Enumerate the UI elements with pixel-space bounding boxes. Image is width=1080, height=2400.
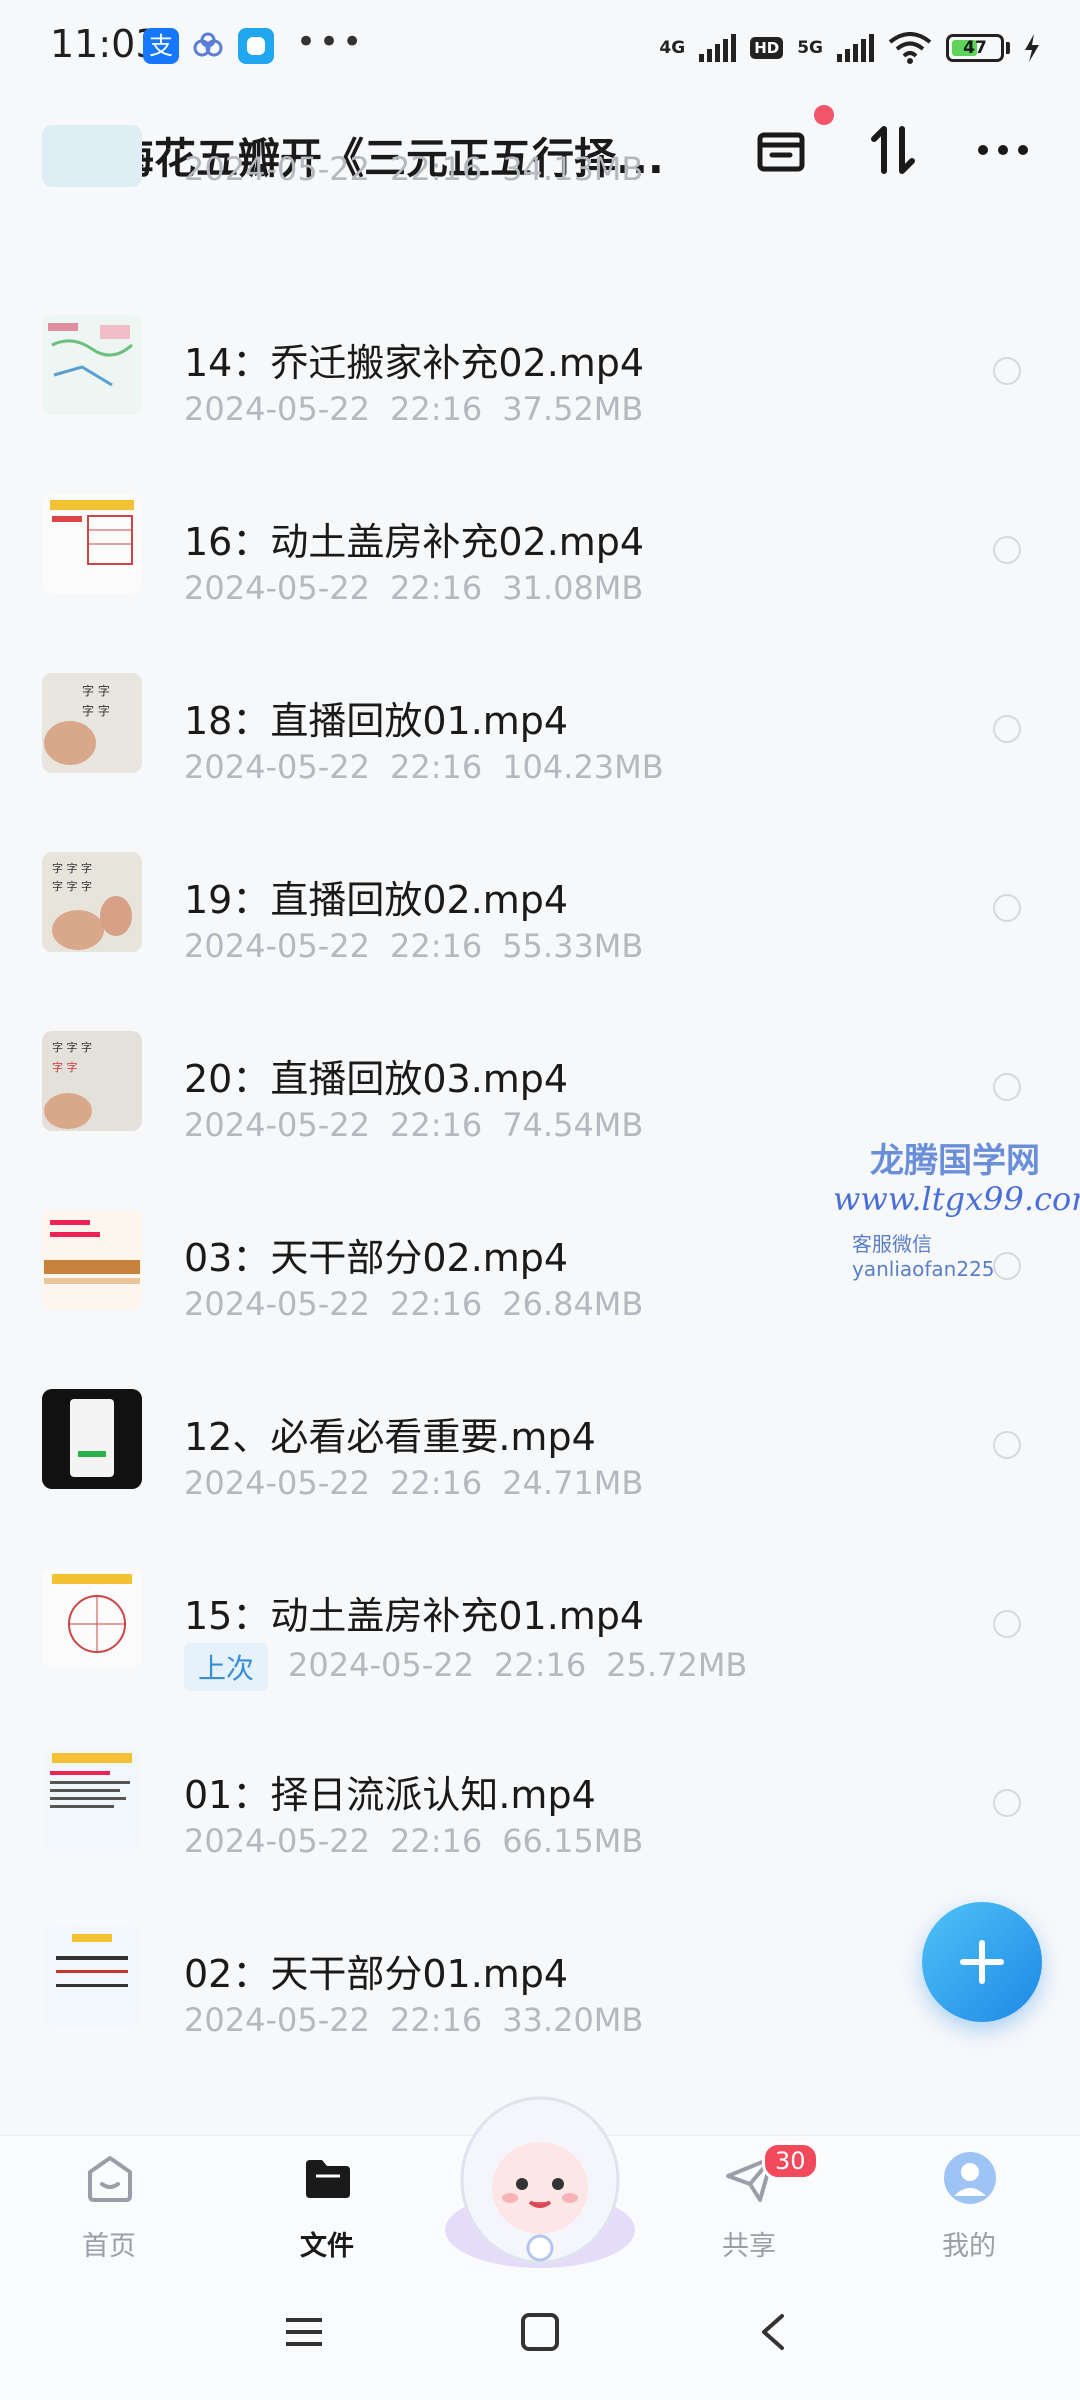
file-thumbnail [42, 494, 142, 594]
add-button[interactable] [922, 1902, 1042, 2022]
file-name: 20：直播回放03.mp4 [184, 1057, 569, 1101]
folder-icon [306, 2160, 350, 2198]
file-thumbnail [42, 1210, 142, 1310]
file-meta: 2024-05-22 22:16 26.84MB [184, 1285, 644, 1323]
battery-icon: 47 [946, 34, 1004, 62]
file-thumbnail: 字 字 字字 字 [42, 1031, 142, 1131]
select-radio[interactable] [993, 1789, 1021, 1817]
battery-nub [1006, 42, 1010, 54]
file-name: 16：动土盖房补充02.mp4 [184, 520, 645, 564]
network-5g-label: 5G [797, 37, 823, 58]
file-meta: 2024-05-22 22:16 37.52MB [184, 390, 644, 428]
notification-dot [814, 105, 834, 125]
select-radio[interactable] [993, 357, 1021, 385]
select-radio[interactable] [993, 1610, 1021, 1638]
nav-home[interactable]: 首页 [34, 2136, 184, 2281]
watermark-title: 龙腾国学网 [870, 1141, 1040, 1181]
home-icon [88, 2156, 132, 2202]
ai-assistant-button[interactable] [440, 2080, 640, 2270]
file-name: 18：直播回放01.mp4 [184, 699, 569, 743]
system-nav [0, 2280, 1080, 2400]
status-bar: 11:03 支 ••• 4G HD 5G 47 [0, 0, 1080, 95]
battery-level: 47 [963, 38, 987, 58]
nav-mine[interactable]: 我的 [894, 2136, 1044, 2281]
select-radio[interactable] [993, 536, 1021, 564]
select-radio[interactable] [993, 894, 1021, 922]
nav-files[interactable]: 文件 [252, 2136, 402, 2281]
baidu-netdisk-icon [190, 28, 226, 64]
select-radio[interactable] [993, 1431, 1021, 1459]
file-thumbnail: 字 字 字字 字 字 [42, 852, 142, 952]
file-thumbnail [42, 1568, 142, 1668]
file-row[interactable]: 02：天干部分01.mp4 2024-05-22 22:16 33.20MB [0, 1926, 1080, 2105]
file-meta: 2024-05-22 22:16 31.08MB [184, 569, 644, 607]
file-name: 01：择日流派认知.mp4 [184, 1773, 596, 1817]
alipay-icon: 支 [143, 28, 179, 64]
file-meta: 上次 2024-05-22 22:16 25.72MB [184, 1643, 767, 1691]
file-thumbnail [42, 1926, 142, 2026]
svg-text:字 字 字: 字 字 字 [52, 1040, 92, 1054]
file-row[interactable]: 01：择日流派认知.mp4 2024-05-22 22:16 66.15MB [0, 1747, 1080, 1926]
nav-mine-label: 我的 [942, 2231, 996, 2262]
more-notifications-icon: ••• [296, 22, 366, 62]
nav-home-label: 首页 [82, 2231, 136, 2262]
file-thumbnail [42, 315, 142, 415]
status-indicators: 4G HD 5G 47 [659, 26, 1040, 70]
file-meta: 2024-05-22 22:16 34.13MB [184, 150, 644, 188]
charging-icon [1025, 34, 1039, 62]
file-meta: 2024-05-22 22:16 66.15MB [184, 1822, 644, 1860]
avatar-icon [944, 2152, 996, 2204]
file-row[interactable]: 14：乔迁搬家补充02.mp4 2024-05-22 22:16 37.52MB [0, 315, 1080, 494]
file-meta: 2024-05-22 22:16 33.20MB [184, 2001, 644, 2039]
signal-icon [699, 34, 737, 62]
signal-icon-2 [837, 34, 874, 62]
file-thumbnail [42, 1747, 142, 1847]
select-radio[interactable] [993, 1073, 1021, 1101]
file-name: 15：动土盖房补充01.mp4 [184, 1594, 645, 1638]
file-meta: 2024-05-22 22:16 104.23MB [184, 748, 664, 786]
file-name: 02：天干部分01.mp4 [184, 1952, 569, 1996]
file-thumbnail: 字 字字 字 [42, 673, 142, 773]
svg-text:字 字 字: 字 字 字 [52, 861, 92, 875]
file-meta: 2024-05-22 22:16 24.71MB [184, 1464, 644, 1502]
file-row[interactable]: 字 字 字字 字 字 19：直播回放02.mp4 2024-05-22 22:16… [0, 852, 1080, 1031]
file-meta: 2024-05-22 22:16 74.54MB [184, 1106, 644, 1144]
watermark-contact: 客服微信 yanliaofan225 [852, 1232, 995, 1281]
file-row[interactable]: 15：动土盖房补充01.mp4 上次 2024-05-22 22:16 25.72MB [0, 1568, 1080, 1747]
nav-files-label: 文件 [300, 2231, 354, 2262]
file-meta: 2024-05-22 22:16 55.33MB [184, 927, 644, 965]
network-4g-label: 4G [659, 37, 686, 58]
mascot-icon [445, 2096, 635, 2268]
file-row[interactable]: 字 字字 字 18：直播回放01.mp4 2024-05-22 22:16 104.… [0, 673, 1080, 852]
last-played-badge: 上次 [184, 1643, 269, 1691]
file-name: 19：直播回放02.mp4 [184, 878, 569, 922]
hd-label: HD [750, 37, 784, 59]
home-square-icon[interactable] [518, 2310, 562, 2354]
svg-text:字 字: 字 字 [82, 683, 110, 698]
wifi-icon [888, 32, 932, 64]
watermark-url: www.ltgx99.com [833, 1180, 1080, 1218]
system-back-icon[interactable] [752, 2310, 796, 2354]
svg-text:字 字 字: 字 字 字 [52, 879, 92, 893]
app-notification-icon [238, 28, 274, 64]
file-row-partial[interactable]: 2024-05-22 22:16 34.13MB [0, 125, 1080, 235]
nav-share-label: 共享 [722, 2231, 776, 2262]
svg-text:字 字: 字 字 [82, 703, 110, 718]
file-name: 12、必看必看重要.mp4 [184, 1415, 596, 1459]
select-radio[interactable] [993, 715, 1021, 743]
file-row[interactable]: 16：动土盖房补充02.mp4 2024-05-22 22:16 31.08MB [0, 494, 1080, 673]
file-row[interactable]: 12、必看必看重要.mp4 2024-05-22 22:16 24.71MB [0, 1389, 1080, 1568]
file-thumbnail [42, 1389, 142, 1489]
file-name: 14：乔迁搬家补充02.mp4 [184, 341, 645, 385]
share-count-badge: 30 [762, 2142, 819, 2180]
file-name: 03：天干部分02.mp4 [184, 1236, 569, 1280]
file-thumbnail [42, 125, 142, 187]
svg-text:字 字: 字 字 [52, 1060, 78, 1074]
menu-icon[interactable] [282, 2310, 326, 2354]
